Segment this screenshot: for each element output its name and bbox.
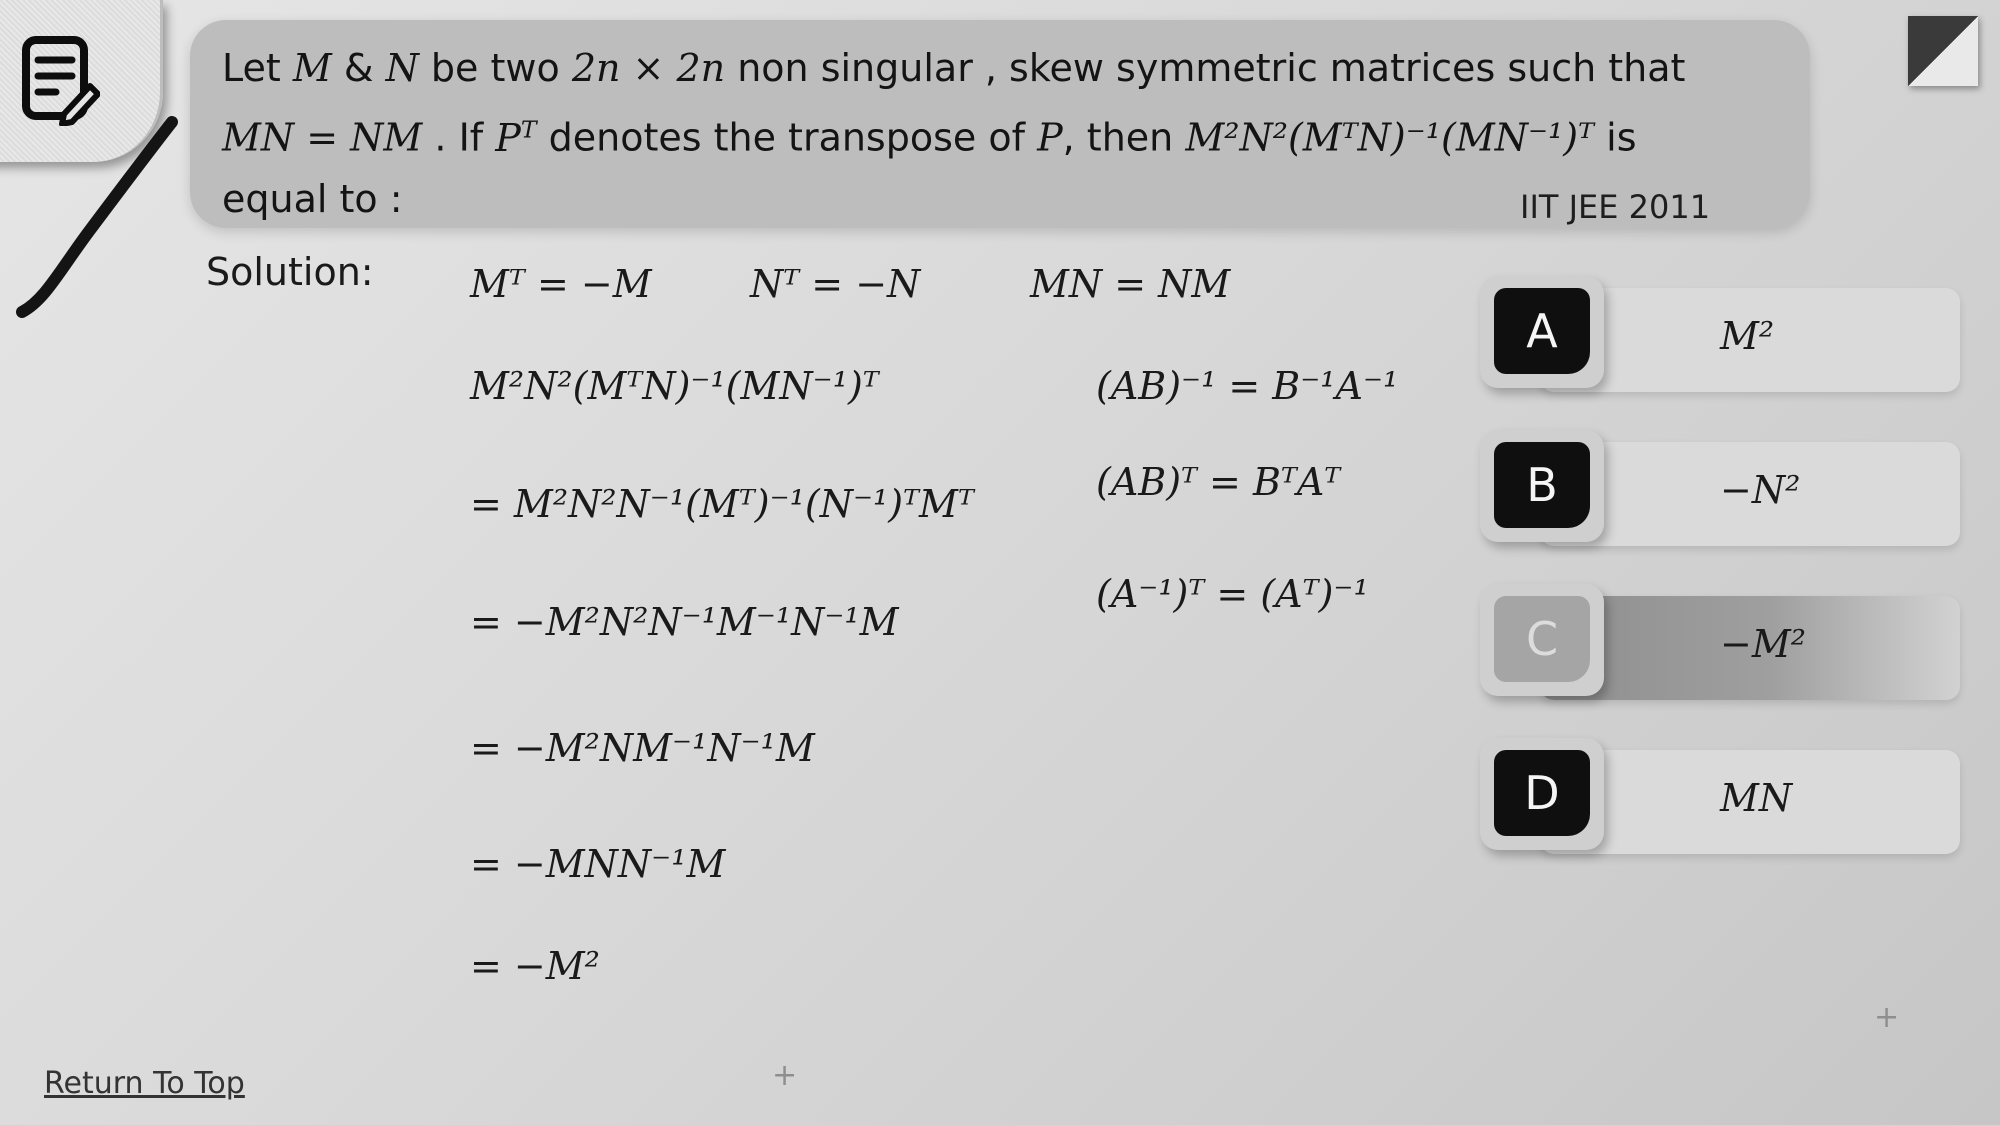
q-text-segment: , then <box>1062 115 1186 160</box>
pen-stroke-icon <box>16 116 178 318</box>
q-text-segment: . If <box>422 115 496 160</box>
q-text-segment: Let <box>222 46 293 90</box>
option-b[interactable]: B −N² <box>1480 430 1964 546</box>
return-to-top-link[interactable]: Return To Top <box>44 1066 245 1101</box>
option-value: MN <box>1720 776 1793 820</box>
question-line-1: Let M & N be two 2n × 2n non singular , … <box>222 38 1762 99</box>
corner-logo-icon[interactable] <box>1908 16 1978 86</box>
solution-step: = −MNN⁻¹M <box>470 842 726 886</box>
q-math-expression: M²N²(MᵀN)⁻¹(MN⁻¹)ᵀ <box>1185 115 1595 160</box>
given-equation: Nᵀ = −N <box>750 262 921 306</box>
exam-tag: IIT JEE 2011 <box>1520 188 1711 226</box>
matrix-rule: (A⁻¹)ᵀ = (Aᵀ)⁻¹ <box>1096 572 1369 616</box>
q-math-segment: MN = NM <box>222 115 423 160</box>
solution-step: M²N²(MᵀN)⁻¹(MN⁻¹)ᵀ <box>470 364 879 408</box>
matrix-rule: (AB)ᵀ = BᵀAᵀ <box>1096 460 1341 504</box>
option-letter: B <box>1494 442 1590 528</box>
q-math-segment: M <box>292 46 332 90</box>
option-value: −N² <box>1720 468 1801 512</box>
q-math-segment: 2n × 2n <box>571 46 726 90</box>
q-math-sup: T <box>520 115 537 143</box>
solution-step: = M²N²N⁻¹(Mᵀ)⁻¹(N⁻¹)ᵀMᵀ <box>470 482 974 526</box>
option-value: M² <box>1720 314 1775 358</box>
q-text-segment: non singular , skew symmetric matrices s… <box>725 46 1686 90</box>
given-equation: Mᵀ = −M <box>470 262 652 306</box>
question-line-2: MN = NM . If PT denotes the transpose of… <box>222 99 1762 169</box>
plus-icon: + <box>772 1058 798 1093</box>
q-math-segment: PT <box>495 115 537 160</box>
option-badge-frame: B <box>1480 430 1604 542</box>
option-letter: A <box>1494 288 1590 374</box>
q-math-segment: P <box>1037 115 1063 160</box>
option-value: −M² <box>1720 622 1806 666</box>
option-badge-frame: D <box>1480 738 1604 850</box>
solution-step: = −M² <box>470 944 600 988</box>
matrix-rule: (AB)⁻¹ = B⁻¹A⁻¹ <box>1096 364 1399 408</box>
option-badge-frame: C <box>1480 584 1604 696</box>
solution-label: Solution: <box>206 250 374 294</box>
option-c[interactable]: C −M² <box>1480 584 1964 700</box>
option-d[interactable]: D MN <box>1480 738 1964 854</box>
solution-step: = −M²N²N⁻¹M⁻¹N⁻¹M <box>470 600 899 644</box>
q-text-segment: is <box>1594 115 1637 160</box>
q-math-segment: N <box>385 46 419 90</box>
given-equation: MN = NM <box>1030 262 1231 306</box>
solution-step: = −M²NM⁻¹N⁻¹M <box>470 726 815 770</box>
option-letter: D <box>1494 750 1590 836</box>
q-text-segment: & <box>331 46 386 90</box>
plus-icon: + <box>1874 1000 1900 1035</box>
option-a[interactable]: A M² <box>1480 276 1964 392</box>
option-letter: C <box>1494 596 1590 682</box>
q-text-segment: denotes the transpose of <box>536 115 1038 160</box>
option-badge-frame: A <box>1480 276 1604 388</box>
q-math-base: P <box>495 115 521 160</box>
q-text-segment: be two <box>418 46 572 90</box>
